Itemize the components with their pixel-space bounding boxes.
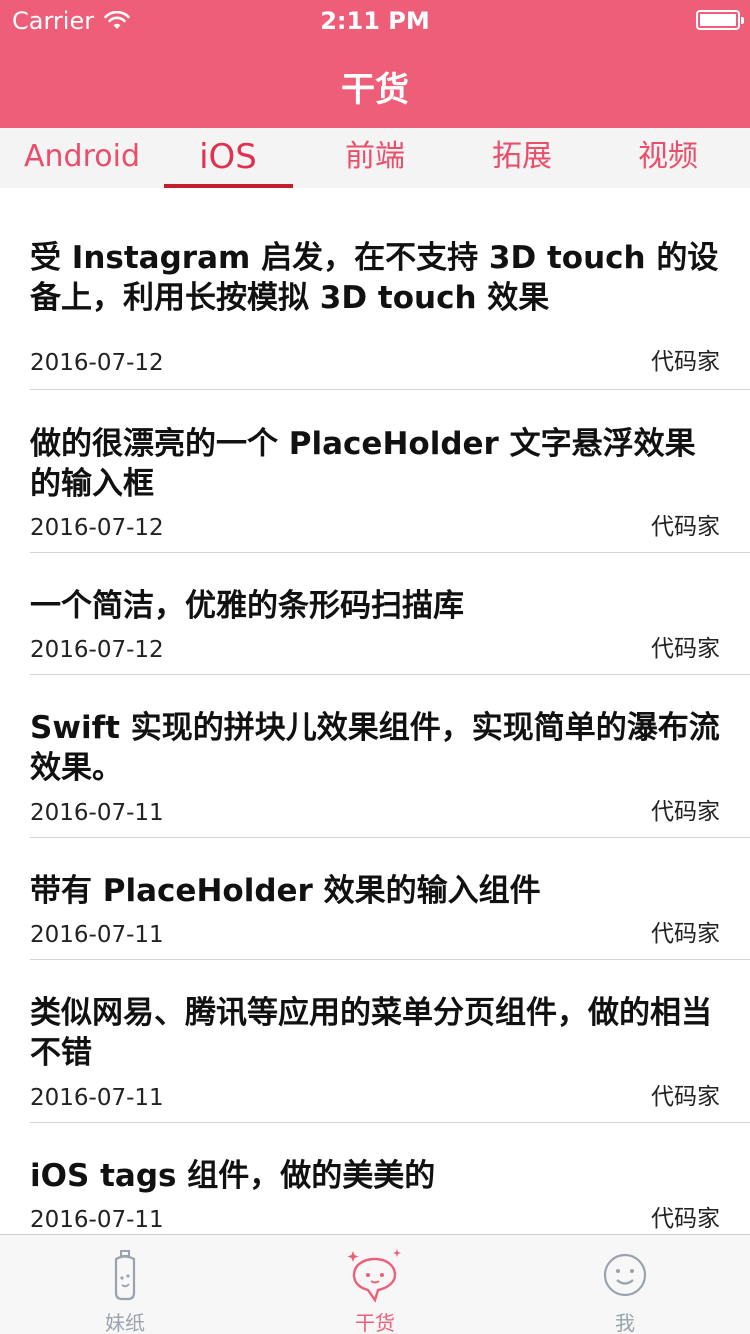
article-date: 2016-07-11 xyxy=(30,800,164,826)
tabbar-label: 干货 xyxy=(355,1311,395,1334)
article-author: 代码家 xyxy=(651,1084,720,1110)
article-title: iOS tags 组件，做的美美的 xyxy=(30,1158,436,1194)
battery-icon xyxy=(696,10,744,30)
article-author: 代码家 xyxy=(651,799,720,825)
tabbar-item-me[interactable]: 我 xyxy=(500,1235,750,1334)
list-item[interactable]: Swift 实现的拼块儿效果组件，实现简单的瀑布流效果。 2016-07-11 … xyxy=(30,675,750,838)
app-screen: Carrier 2:11 PM 干货 Android iOS 前端 拓展 视频 … xyxy=(0,0,750,1334)
tab-video[interactable]: 视频 xyxy=(593,128,743,188)
list-item[interactable]: 类似网易、腾讯等应用的菜单分页组件，做的相当不错 2016-07-11 代码家 xyxy=(30,960,750,1123)
tab-extension[interactable]: 拓展 xyxy=(447,128,597,188)
list-item[interactable]: 受 Instagram 启发，在不支持 3D touch 的设备上，利用长按模拟… xyxy=(30,238,750,390)
article-date: 2016-07-11 xyxy=(30,1207,164,1233)
article-title: Swift 实现的拼块儿效果组件，实现简单的瀑布流效果。 xyxy=(30,710,720,786)
article-title: 类似网易、腾讯等应用的菜单分页组件，做的相当不错 xyxy=(30,995,712,1071)
status-bar: Carrier 2:11 PM xyxy=(0,0,750,40)
tab-frontend[interactable]: 前端 xyxy=(300,128,450,188)
battery-level xyxy=(700,14,736,26)
baby-bottle-icon xyxy=(114,1250,136,1301)
article-date: 2016-07-12 xyxy=(30,637,164,663)
article-author: 代码家 xyxy=(651,1206,720,1232)
category-tabs: Android iOS 前端 拓展 视频 xyxy=(0,128,750,188)
list-item[interactable]: 一个简洁，优雅的条形码扫描库 2016-07-12 代码家 xyxy=(30,553,750,675)
article-title: 受 Instagram 启发，在不支持 3D touch 的设备上，利用长按模拟… xyxy=(30,240,719,316)
tab-android[interactable]: Android xyxy=(7,128,157,188)
article-date: 2016-07-11 xyxy=(30,922,164,948)
tabbar-item-girls[interactable]: 妹纸 xyxy=(0,1235,250,1334)
status-time: 2:11 PM xyxy=(320,7,430,35)
article-author: 代码家 xyxy=(651,636,720,662)
article-author: 代码家 xyxy=(651,349,720,375)
smiley-face-icon xyxy=(603,1253,647,1297)
article-author: 代码家 xyxy=(651,921,720,947)
tabbar-label: 妹纸 xyxy=(105,1311,145,1334)
tabbar-label: 我 xyxy=(615,1311,635,1334)
bottom-tab-bar: 妹纸 干货 我 xyxy=(0,1234,750,1334)
list-item[interactable]: 做的很漂亮的一个 PlaceHolder 文字悬浮效果的输入框 2016-07-… xyxy=(30,390,750,553)
article-title: 带有 PlaceHolder 效果的输入组件 xyxy=(30,873,541,909)
tab-ios[interactable]: iOS xyxy=(153,128,303,188)
article-list[interactable]: 受 Instagram 启发，在不支持 3D touch 的设备上，利用长按模拟… xyxy=(0,188,750,1234)
top-bar: Carrier 2:11 PM 干货 xyxy=(0,0,750,128)
tabbar-item-gank[interactable]: 干货 xyxy=(250,1235,500,1334)
article-date: 2016-07-11 xyxy=(30,1085,164,1111)
article-author: 代码家 xyxy=(651,514,720,540)
list-item[interactable]: iOS tags 组件，做的美美的 2016-07-11 代码家 xyxy=(30,1123,720,1234)
chat-bubble-icon xyxy=(347,1249,401,1303)
page-title: 干货 xyxy=(341,70,409,110)
article-title: 做的很漂亮的一个 PlaceHolder 文字悬浮效果的输入框 xyxy=(30,426,696,502)
list-item[interactable]: 带有 PlaceHolder 效果的输入组件 2016-07-11 代码家 xyxy=(30,838,750,960)
article-date: 2016-07-12 xyxy=(30,515,164,541)
article-date: 2016-07-12 xyxy=(30,350,164,376)
article-title: 一个简洁，优雅的条形码扫描库 xyxy=(30,588,464,624)
